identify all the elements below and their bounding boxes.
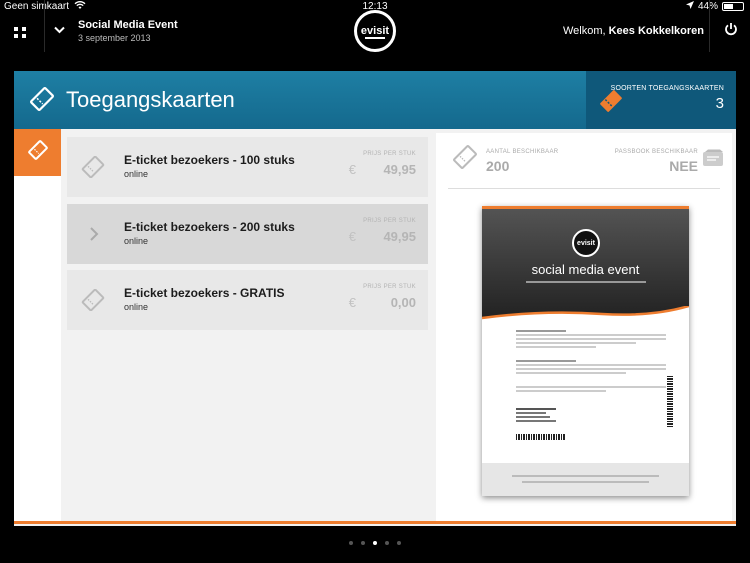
ticket-price: 49,95 (383, 229, 416, 244)
available-label: AANTAL BESCHIKBAAR (486, 149, 559, 155)
divider (448, 188, 720, 189)
ticket-icon (81, 288, 105, 312)
ticket-types-counter: SOORTEN TOEGANGSKAARTEN 3 (586, 71, 736, 129)
ticket-preview-wave (482, 306, 689, 322)
barcode-horizontal (516, 434, 566, 440)
category-sidebar (14, 129, 61, 521)
available-value: 200 (486, 158, 510, 174)
ticket-types-count: 3 (715, 95, 724, 112)
app-header: Social Media Event 3 september 2013 evis… (0, 0, 750, 52)
ticket-icon (598, 89, 624, 113)
chevron-right-icon (81, 223, 105, 245)
evisit-logo: evisit (572, 229, 600, 257)
passbook-value: NEE (669, 158, 698, 174)
ticket-icon (27, 139, 49, 166)
ticket-channel: online (124, 169, 149, 179)
passbook-label: PASSBOOK BESCHIKBAAR (614, 149, 698, 155)
ticket-name: E-ticket bezoekers - GRATIS (124, 286, 285, 300)
currency-symbol: € (348, 295, 356, 310)
ticket-list-item[interactable]: E-ticket bezoekers - 100 stuks online PR… (67, 137, 428, 197)
evisit-logo: evisit (354, 10, 396, 52)
passbook-icon (702, 149, 724, 167)
page-dot[interactable] (397, 541, 401, 545)
user-name: Kees Kokkelkoren (608, 25, 704, 37)
tab-tickets[interactable] (14, 129, 61, 176)
ticket-price: 49,95 (383, 162, 416, 177)
page-dot[interactable] (361, 541, 365, 545)
ticket-detail-pane: AANTAL BESCHIKBAAR 200 PASSBOOK BESCHIKB… (436, 133, 732, 521)
ticket-preview-subtitle (482, 279, 689, 285)
ticket-price: 0,00 (390, 295, 416, 310)
ticket-preview-info (516, 406, 556, 424)
power-icon[interactable] (724, 22, 738, 39)
ticket-channel: online (124, 236, 149, 246)
ticket-preview-body (516, 328, 666, 394)
ticket-list-item-selected[interactable]: E-ticket bezoekers - 200 stuks online PR… (67, 204, 428, 264)
page-dot[interactable] (349, 541, 353, 545)
currency-symbol: € (348, 229, 356, 244)
ticket-channel: online (124, 302, 149, 312)
barcode-vertical (667, 376, 673, 428)
ticket-preview-header: evisit social media event (482, 206, 689, 322)
price-label: PRIJS PER STUK (363, 151, 416, 157)
welcome-message: Welkom, Kees Kokkelkoren (562, 25, 704, 37)
battery-percentage: 44% (697, 1, 718, 12)
ticket-preview-footer (482, 463, 689, 496)
ticket-preview-image: evisit social media event (482, 206, 689, 496)
currency-symbol: € (348, 162, 356, 177)
page-dot[interactable] (373, 541, 377, 545)
ticket-preview-event-name: social media event (531, 262, 640, 277)
header-divider (44, 0, 45, 52)
page-indicator[interactable] (0, 541, 750, 545)
event-date: 3 september 2013 (78, 33, 151, 43)
ticket-types-label: SOORTEN TOEGANGSKAARTEN (610, 85, 724, 92)
price-label: PRIJS PER STUK (363, 218, 416, 224)
page-dot[interactable] (385, 541, 389, 545)
ticket-name: E-ticket bezoekers - 200 stuks (124, 220, 295, 234)
ticket-icon (81, 155, 105, 179)
ticket-icon (28, 85, 56, 113)
location-arrow-icon (685, 1, 694, 12)
ticket-list-item[interactable]: E-ticket bezoekers - GRATIS online PRIJS… (67, 270, 428, 330)
panel-bottom-accent (14, 521, 736, 524)
header-divider (709, 0, 710, 52)
main-panel: Toegangskaarten SOORTEN TOEGANGSKAARTEN … (14, 71, 736, 526)
page-title: Toegangskaarten (66, 87, 235, 112)
chevron-down-icon[interactable] (54, 23, 65, 37)
event-title[interactable]: Social Media Event (78, 19, 178, 31)
ticket-name: E-ticket bezoekers - 100 stuks (124, 153, 295, 167)
apps-grid-icon[interactable] (12, 24, 28, 40)
battery-icon (722, 2, 744, 11)
section-header: Toegangskaarten SOORTEN TOEGANGSKAARTEN … (14, 71, 736, 129)
ticket-icon (452, 145, 478, 169)
price-label: PRIJS PER STUK (363, 284, 416, 290)
